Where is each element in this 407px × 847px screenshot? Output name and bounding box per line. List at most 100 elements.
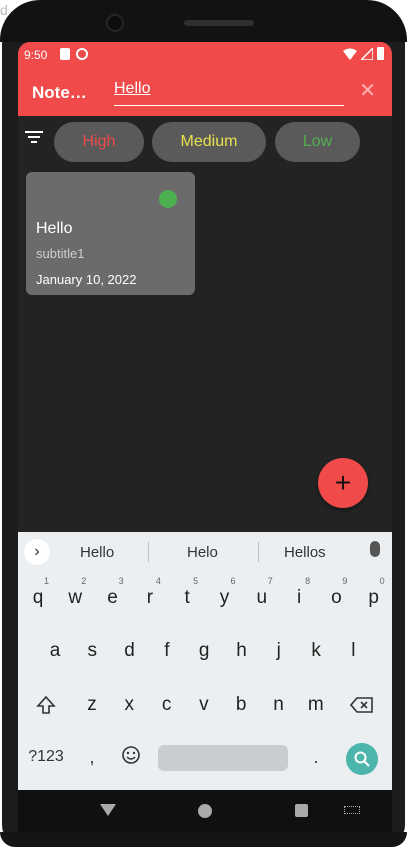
key-u[interactable]: u7 [247, 576, 277, 616]
app-bar: Note… ✕ [18, 68, 392, 116]
sync-icon [76, 48, 88, 60]
filter-icon[interactable] [24, 128, 44, 146]
suggestion-divider [258, 542, 259, 562]
key-a[interactable]: a [40, 633, 70, 669]
suggestion-item[interactable]: Hello [80, 544, 114, 561]
key-m[interactable]: m [301, 687, 331, 723]
key-g[interactable]: g [189, 633, 219, 669]
status-notification-icons [60, 48, 88, 60]
note-date: January 10, 2022 [36, 272, 137, 287]
key-b[interactable]: b [226, 687, 256, 723]
sd-card-icon [60, 48, 70, 60]
home-icon[interactable] [198, 804, 212, 818]
key-label: k [311, 640, 321, 661]
key-label: e [107, 587, 118, 608]
note-subtitle: subtitle1 [36, 246, 85, 261]
add-note-button[interactable]: + [318, 458, 368, 508]
key-label: b [235, 694, 247, 715]
key-label: i [296, 587, 302, 608]
status-bar: 9:50 [18, 42, 392, 68]
back-icon[interactable] [100, 804, 116, 816]
status-system-icons [343, 47, 384, 60]
key-y[interactable]: y6 [210, 576, 240, 616]
shift-icon[interactable] [34, 692, 58, 718]
key-label: j [276, 640, 281, 661]
key-q[interactable]: q1 [23, 576, 53, 616]
top-bezel [0, 0, 407, 42]
key-j[interactable]: j [264, 633, 294, 669]
key-s[interactable]: s [77, 633, 107, 669]
key-p[interactable]: p0 [359, 576, 389, 616]
key-number-hint: 3 [118, 576, 124, 586]
filter-low-button[interactable]: Low [275, 122, 360, 162]
key-label: u [256, 587, 268, 608]
key-h[interactable]: h [227, 633, 257, 669]
key-r[interactable]: r4 [135, 576, 165, 616]
suggestion-item[interactable]: Hellos [284, 544, 326, 561]
filter-high-button[interactable]: High [54, 122, 144, 162]
key-number-hint: 8 [305, 576, 311, 586]
battery-icon [377, 47, 384, 60]
key-k[interactable]: k [301, 633, 331, 669]
key-label: s [87, 640, 98, 661]
key-t[interactable]: t5 [172, 576, 202, 616]
suggestion-strip: › Hello Helo Hellos [18, 532, 392, 570]
key-number-hint: 4 [155, 576, 161, 586]
signal-icon [361, 47, 373, 60]
key-label: w [68, 587, 83, 608]
bottom-bezel [0, 832, 407, 847]
priority-filter-row: High Medium Low [18, 122, 392, 166]
search-key[interactable] [346, 743, 378, 775]
key-label: c [161, 694, 172, 715]
filter-medium-button[interactable]: Medium [152, 122, 266, 162]
keyboard-switch-icon[interactable] [344, 806, 360, 814]
key-l[interactable]: l [338, 633, 368, 669]
key-o[interactable]: o9 [321, 576, 351, 616]
key-n[interactable]: n [264, 687, 294, 723]
key-e[interactable]: e3 [98, 576, 128, 616]
key-label: z [87, 694, 97, 715]
suggestion-item[interactable]: Helo [187, 544, 218, 561]
backspace-icon[interactable] [348, 692, 376, 718]
wifi-icon [343, 48, 357, 60]
search-input[interactable] [114, 80, 344, 98]
key-d[interactable]: d [115, 633, 145, 669]
key-v[interactable]: v [189, 687, 219, 723]
key-label: n [273, 694, 284, 715]
app-title: Note… [32, 83, 87, 102]
key-number-hint: 9 [342, 576, 348, 586]
key-label: l [351, 640, 356, 661]
key-number-hint: 7 [267, 576, 273, 586]
emoji-icon[interactable] [118, 740, 144, 770]
key-label: y [219, 587, 230, 608]
key-number-hint: 0 [379, 576, 385, 586]
note-title: Hello [36, 220, 73, 237]
key-x[interactable]: x [114, 687, 144, 723]
key-label: m [307, 694, 324, 715]
edge-text: d [0, 2, 8, 18]
period-key[interactable]: . [306, 742, 326, 772]
key-i[interactable]: i8 [284, 576, 314, 616]
key-w[interactable]: w2 [60, 576, 90, 616]
comma-key[interactable]: , [82, 742, 102, 772]
key-z[interactable]: z [77, 687, 107, 723]
key-c[interactable]: c [152, 687, 182, 723]
priority-dot [159, 190, 177, 208]
suggestion-divider [148, 542, 149, 562]
soft-keyboard: › Hello Helo Hellos q1w2e3r4t5y6u7i8o9p0… [18, 532, 392, 790]
key-label: h [236, 640, 247, 661]
search-field[interactable] [114, 80, 344, 106]
key-f[interactable]: f [152, 633, 182, 669]
key-label: a [49, 640, 61, 661]
chevron-right-icon[interactable]: › [24, 539, 50, 565]
recents-icon[interactable] [295, 804, 308, 817]
key-label: v [199, 694, 209, 715]
search-icon [354, 751, 370, 767]
mic-icon[interactable] [370, 541, 380, 557]
note-card[interactable]: Hello subtitle1 January 10, 2022 [26, 172, 195, 295]
close-icon[interactable]: ✕ [359, 78, 376, 103]
phone-screen: 9:50 Note… ✕ High Medium Low Hello subti… [18, 42, 392, 832]
space-bar[interactable] [158, 745, 288, 771]
key-label: g [198, 640, 210, 661]
symbols-key[interactable]: ?123 [26, 742, 66, 772]
